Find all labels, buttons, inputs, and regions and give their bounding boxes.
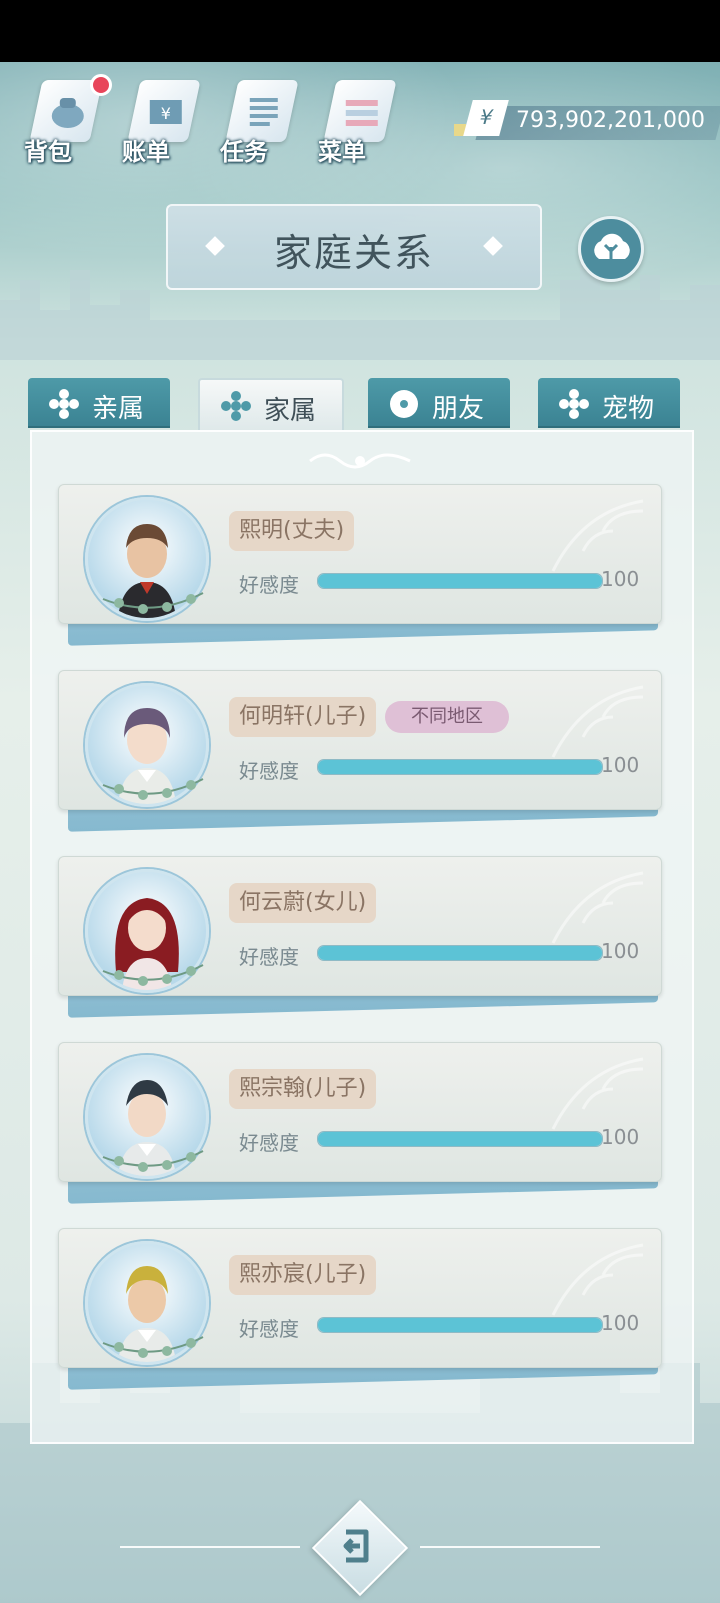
menu-label: 菜单 xyxy=(318,138,366,166)
page-title-box: 家庭关系 xyxy=(166,204,542,290)
affection-label: 好感度 xyxy=(239,759,299,783)
member-card[interactable]: 何云蔚(女儿) 好感度 100 xyxy=(58,856,662,1018)
affection-label: 好感度 xyxy=(239,1131,299,1155)
affection-value: 100 xyxy=(601,567,640,591)
vine-decoration xyxy=(102,1150,204,1172)
affection-bar-fill xyxy=(318,1318,602,1332)
affection-label: 好感度 xyxy=(239,945,299,969)
member-card[interactable]: 何明轩(儿子) 不同地区 好感度 100 xyxy=(58,670,662,832)
affection-value: 100 xyxy=(601,753,640,777)
tab-friends-label: 朋友 xyxy=(432,394,485,424)
member-card[interactable]: 熙明(丈夫) 好感度 100 xyxy=(58,484,662,646)
menu-button[interactable]: 菜单 xyxy=(312,72,398,172)
member-name: 熙明(丈夫) xyxy=(229,511,355,551)
page-title: 家庭关系 xyxy=(273,231,434,275)
bill-button[interactable]: ¥ 账单 xyxy=(116,72,202,172)
family-tree-icon xyxy=(594,233,630,263)
task-label: 任务 xyxy=(220,138,268,166)
back-button[interactable] xyxy=(311,1499,409,1597)
affection-bar-fill xyxy=(318,1132,602,1146)
vine-decoration xyxy=(102,778,204,800)
flower-icon xyxy=(390,390,418,418)
tab-friends[interactable]: 朋友 xyxy=(368,378,510,428)
region-badge: 不同地区 xyxy=(385,701,509,733)
tab-pets[interactable]: 宠物 xyxy=(538,378,680,428)
card-body: 熙亦宸(儿子) 好感度 100 xyxy=(58,1228,662,1368)
notification-badge xyxy=(90,74,112,96)
affection-label: 好感度 xyxy=(239,573,299,597)
vine-decoration xyxy=(102,964,204,986)
affection-bar xyxy=(317,759,603,775)
bottom-divider-left xyxy=(120,1546,300,1548)
affection-value: 100 xyxy=(601,939,640,963)
affection-value: 100 xyxy=(601,1125,640,1149)
affection-value: 100 xyxy=(601,1311,640,1335)
member-name: 熙亦宸(儿子) xyxy=(229,1255,377,1295)
bag-label: 背包 xyxy=(24,138,72,166)
tab-family-label: 家属 xyxy=(264,396,317,426)
money-display: ¥ 793,902,201,000 xyxy=(454,100,720,140)
back-arrow-icon xyxy=(343,1529,369,1563)
bottom-divider-right xyxy=(420,1546,600,1548)
ornament-icon xyxy=(309,453,411,469)
tab-relatives-label: 亲属 xyxy=(92,394,145,424)
flower-icon xyxy=(221,391,251,421)
bill-label: 账单 xyxy=(122,138,170,166)
affection-label: 好感度 xyxy=(239,1317,299,1341)
status-bar xyxy=(0,0,720,62)
member-name: 熙宗翰(儿子) xyxy=(229,1069,377,1109)
card-body: 熙明(丈夫) 好感度 100 xyxy=(58,484,662,624)
vine-decoration xyxy=(102,592,204,614)
tab-relatives[interactable]: 亲属 xyxy=(28,378,170,428)
bag-button[interactable]: 背包 xyxy=(18,72,112,172)
card-body: 何明轩(儿子) 不同地区 好感度 100 xyxy=(58,670,662,810)
task-button[interactable]: 任务 xyxy=(214,72,300,172)
affection-bar-fill xyxy=(318,946,602,960)
affection-bar xyxy=(317,1317,603,1333)
affection-bar xyxy=(317,945,603,961)
svg-text:¥: ¥ xyxy=(161,104,171,123)
member-card[interactable]: 熙宗翰(儿子) 好感度 100 xyxy=(58,1042,662,1204)
affection-bar xyxy=(317,1131,603,1147)
tab-family[interactable]: 家属 xyxy=(198,378,344,430)
card-body: 熙宗翰(儿子) 好感度 100 xyxy=(58,1042,662,1182)
family-tree-button[interactable] xyxy=(578,216,644,282)
flower-icon xyxy=(559,389,589,419)
card-body: 何云蔚(女儿) 好感度 100 xyxy=(58,856,662,996)
affection-bar-fill xyxy=(318,760,602,774)
flower-icon xyxy=(49,389,79,419)
affection-bar xyxy=(317,573,603,589)
top-menu: 背包 ¥ 账单 任务 菜单 xyxy=(18,72,438,172)
member-name: 何云蔚(女儿) xyxy=(229,883,377,923)
relation-tabs: 亲属 家属 朋友 宠物 xyxy=(28,378,688,432)
vine-decoration xyxy=(102,1336,204,1358)
member-name: 何明轩(儿子) xyxy=(229,697,377,737)
member-card[interactable]: 熙亦宸(儿子) 好感度 100 xyxy=(58,1228,662,1390)
tab-pets-label: 宠物 xyxy=(602,394,655,424)
affection-bar-fill xyxy=(318,574,602,588)
money-value: 793,902,201,000 xyxy=(516,108,705,133)
